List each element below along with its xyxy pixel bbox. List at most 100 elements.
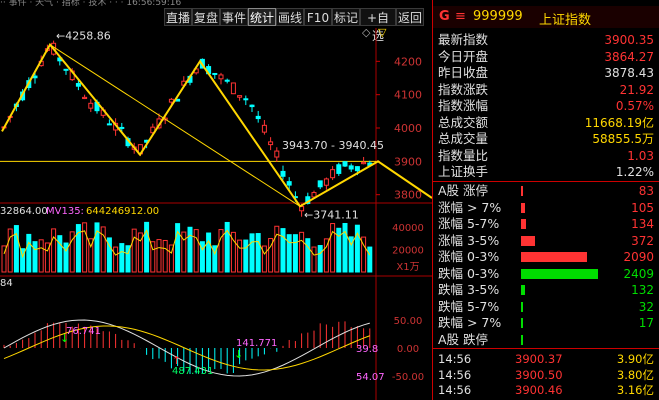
candle-body bbox=[354, 166, 360, 172]
tick-price: 3900.37 bbox=[515, 352, 563, 366]
trend-line bbox=[139, 61, 201, 155]
toolbar-button-back[interactable]: 返回 bbox=[396, 8, 424, 26]
g-icon[interactable]: G bbox=[439, 9, 450, 24]
separator bbox=[433, 348, 659, 349]
volume-unit-label: X1万 bbox=[396, 262, 419, 273]
toolbar-button-drawing[interactable]: 画线 bbox=[276, 8, 304, 26]
toolbar-button-events[interactable]: 事件 bbox=[220, 8, 248, 26]
distribution-bar bbox=[521, 334, 523, 345]
toolbar-button-add-watch[interactable]: +自选 bbox=[360, 8, 396, 43]
y-axis-label: 4000 bbox=[394, 122, 422, 135]
volume-bar bbox=[187, 226, 193, 273]
stat-label: 指数量比 bbox=[438, 147, 489, 163]
y-axis-label: 4100 bbox=[394, 89, 422, 102]
candle-body bbox=[268, 141, 274, 146]
candle-body bbox=[261, 124, 267, 133]
volume-header-mv-value: 644246912.00 bbox=[86, 206, 159, 217]
stat-label: 指数涨跌 bbox=[438, 81, 489, 97]
stat-row: 最新指数 3900.35 bbox=[433, 32, 659, 48]
volume-bar bbox=[119, 243, 125, 273]
distribution-row: A股 跌停 bbox=[433, 332, 659, 348]
stat-value: 3900.35 bbox=[604, 33, 654, 47]
toolbar-button-stats[interactable]: 统计 bbox=[248, 8, 276, 26]
volume-bar bbox=[243, 239, 249, 273]
toolbar-button-mark[interactable]: 标记 bbox=[332, 8, 360, 26]
distribution-label: 涨幅 > 7% bbox=[438, 199, 502, 215]
stat-row: 总成交额 11668.19亿 bbox=[433, 115, 659, 131]
volume-bar bbox=[156, 239, 162, 273]
distribution-label: 跌幅 5-7% bbox=[438, 298, 500, 314]
toolbar-button-f10[interactable]: F10 bbox=[304, 8, 332, 26]
distribution-row: 涨幅 > 7% 105 bbox=[433, 200, 659, 216]
volume-bar bbox=[261, 245, 267, 273]
toolbar-button-live[interactable]: 直播 bbox=[164, 8, 192, 26]
volume-axis-label: 20000 bbox=[392, 246, 424, 257]
volume-bar bbox=[193, 229, 199, 273]
volume-bar bbox=[162, 239, 168, 273]
index-code: 999999 bbox=[473, 9, 523, 24]
distribution-bar bbox=[521, 219, 526, 229]
menu-icon[interactable]: ≡ bbox=[455, 9, 466, 24]
candle-body bbox=[361, 161, 367, 165]
candle-body bbox=[249, 104, 255, 108]
candle-body bbox=[230, 82, 236, 95]
distribution-row: 涨幅 5-7% 134 bbox=[433, 216, 659, 232]
distribution-bar bbox=[521, 202, 525, 213]
volume-bar bbox=[26, 233, 32, 273]
volume-bar bbox=[38, 239, 44, 273]
stat-label: 昨日收盘 bbox=[438, 65, 489, 80]
stat-value: 3864.27 bbox=[604, 49, 654, 64]
stat-label: 最新指数 bbox=[438, 32, 489, 47]
volume-bar bbox=[113, 246, 119, 273]
y-axis-label: 4200 bbox=[394, 55, 422, 68]
panel-header: G ≡ 999999 上证指数 bbox=[433, 6, 659, 28]
y-axis-label: 3800 bbox=[394, 189, 422, 202]
candle-body bbox=[286, 181, 292, 186]
stat-value: 11668.19亿 bbox=[584, 115, 654, 130]
high-annotation: ←4258.86 bbox=[56, 30, 111, 43]
chart-area[interactable]: 4200 4100 4000 3900 3800 ←4258.86 ←3741.11 3943… bbox=[0, 26, 433, 400]
candle-body bbox=[88, 102, 94, 109]
tick-time: 14:56 bbox=[438, 367, 472, 382]
stat-value: 1.22% bbox=[615, 165, 654, 179]
up-arrow-icon: ↑ bbox=[172, 354, 181, 367]
tick-row: 14:56 3900.46 3.16亿 bbox=[433, 383, 659, 398]
volume-bar bbox=[13, 225, 19, 273]
chart-svg[interactable]: 4200 4100 4000 3900 3800 ←4258.86 ←3741.11 3943… bbox=[0, 26, 433, 400]
stat-value: 0.57% bbox=[615, 99, 654, 113]
indicator-axis-label: 0.00 bbox=[397, 344, 419, 355]
candle-body bbox=[168, 98, 174, 103]
stat-row: 指数涨幅 0.57% bbox=[433, 98, 659, 114]
volume-bar bbox=[311, 246, 317, 273]
quote-panel: G ≡ 999999 上证指数 最新指数 3900.35 今日开盘 3864.27 昨日… bbox=[432, 0, 659, 400]
volume-bar bbox=[330, 223, 336, 273]
distribution-bar bbox=[521, 186, 524, 196]
candle-body bbox=[311, 192, 317, 198]
distribution-label: 跌幅 3-5% bbox=[438, 282, 500, 297]
candle-body bbox=[106, 123, 112, 126]
distribution-label: 涨幅 3-5% bbox=[438, 232, 500, 248]
distribution-bar bbox=[521, 301, 523, 312]
candle-body bbox=[323, 178, 329, 186]
volume-bar bbox=[206, 232, 212, 273]
distribution-bar bbox=[521, 252, 587, 262]
distribution-row: 跌幅 0-3% 2409 bbox=[433, 266, 659, 282]
distribution-row: 跌幅 5-7% 32 bbox=[433, 299, 659, 315]
distribution-count: 83 bbox=[638, 184, 654, 198]
volume-header-value: 32864.00 bbox=[0, 206, 48, 217]
stat-value: 58855.5万 bbox=[592, 132, 654, 146]
candle-body bbox=[330, 169, 336, 179]
stat-row: 今日开盘 3864.27 bbox=[433, 49, 659, 65]
volume-bar bbox=[249, 233, 255, 273]
distribution-count: 2090 bbox=[623, 250, 654, 264]
distribution-row: 涨幅 0-3% 2090 bbox=[433, 249, 659, 265]
tick-vol: 3.90亿 bbox=[616, 352, 654, 366]
toolbar-button-replay[interactable]: 复盘 bbox=[192, 8, 220, 26]
distribution-label: 跌幅 > 7% bbox=[438, 315, 502, 330]
candle-body bbox=[317, 180, 323, 188]
down-arrow-icon: ↓ bbox=[234, 348, 243, 361]
distribution-count: 17 bbox=[638, 316, 654, 330]
stat-value: 1.03 bbox=[627, 148, 654, 163]
candle-body bbox=[342, 161, 348, 167]
stat-value: 3878.43 bbox=[604, 66, 654, 80]
